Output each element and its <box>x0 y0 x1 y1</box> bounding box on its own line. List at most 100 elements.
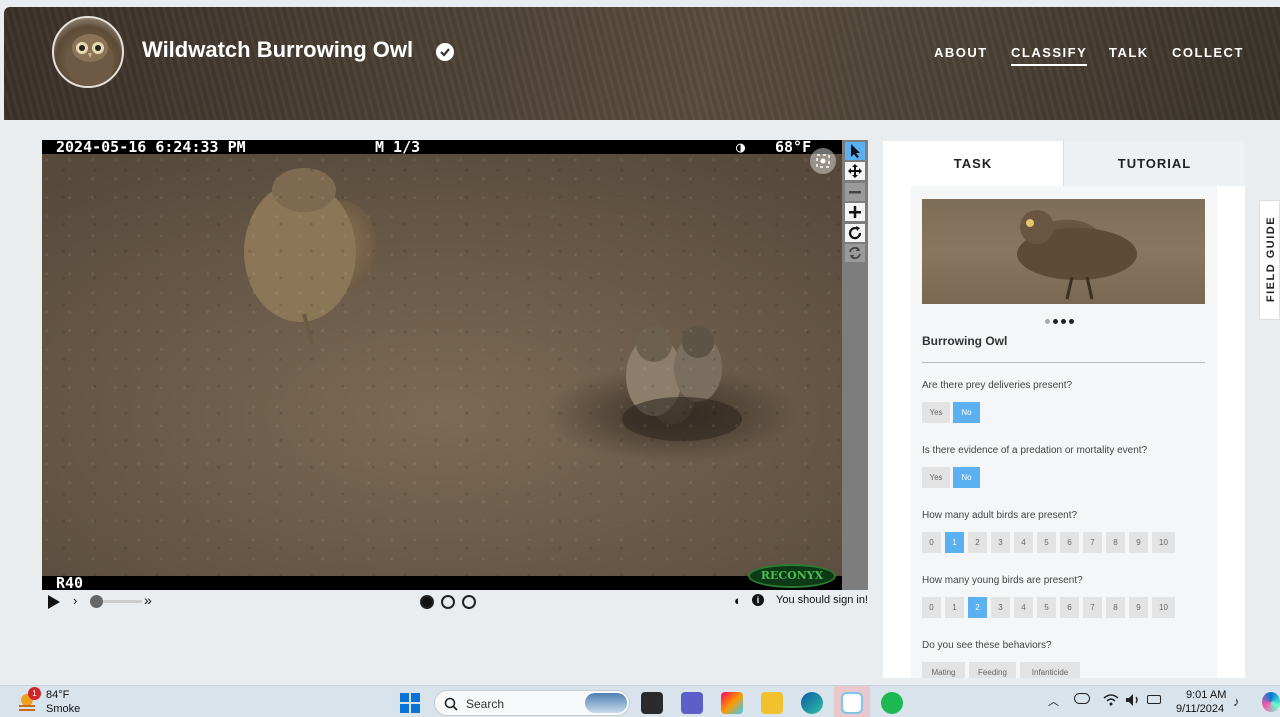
subject-viewer[interactable]: 2024-05-16 6:24:33 PM M 1/3 ◑ 68°F R40 R… <box>42 138 868 592</box>
answer-count-9[interactable]: 9 <box>1129 597 1148 618</box>
answer-count-2[interactable]: 2 <box>968 532 987 553</box>
nav-about[interactable]: ABOUT <box>934 45 988 60</box>
nav-classify[interactable]: CLASSIFY <box>1011 45 1088 66</box>
tab-task[interactable]: TASK <box>883 141 1063 186</box>
zoom-out-icon[interactable] <box>845 183 865 201</box>
answer-count-6[interactable]: 6 <box>1060 597 1079 618</box>
task-panel: Burrowing Owl Are there prey deliveries … <box>883 186 1245 678</box>
copilot-icon[interactable] <box>1262 692 1280 712</box>
answer-count-1[interactable]: 1 <box>945 597 964 618</box>
brand-logo: RECONYX <box>748 564 836 588</box>
question-adults: How many adult birds are present? <box>922 510 1078 521</box>
reset-icon[interactable] <box>845 244 865 262</box>
weather-temp[interactable]: 84°F <box>46 689 69 701</box>
weather-badge: 1 <box>28 687 41 700</box>
answer-count-1[interactable]: 1 <box>945 532 964 553</box>
volume-icon[interactable] <box>1125 693 1141 712</box>
camera-id: R40 <box>56 574 84 592</box>
answer-count-10[interactable]: 10 <box>1152 597 1175 618</box>
invert-icon[interactable]: ◐ <box>734 593 742 608</box>
info-icon[interactable]: i <box>752 594 764 606</box>
wifi-icon[interactable] <box>1103 693 1119 712</box>
answer-no[interactable]: No <box>953 467 980 488</box>
temperature: 68°F <box>775 138 812 156</box>
answer-count-5[interactable]: 5 <box>1037 597 1056 618</box>
answer-count-8[interactable]: 8 <box>1106 597 1125 618</box>
answer-count-6[interactable]: 6 <box>1060 532 1079 553</box>
example-image-pager[interactable] <box>1045 311 1085 324</box>
question-predation: Is there evidence of a predation or mort… <box>922 445 1148 456</box>
nav-collect[interactable]: COLLECT <box>1172 45 1244 60</box>
focus-icon[interactable] <box>810 148 836 174</box>
image-dot[interactable] <box>1069 319 1074 324</box>
answer-count-9[interactable]: 9 <box>1129 532 1148 553</box>
answer-count-8[interactable]: 8 <box>1106 532 1125 553</box>
answer-count-10[interactable]: 10 <box>1152 532 1175 553</box>
answer-yes[interactable]: Yes <box>922 467 950 488</box>
answer-yes[interactable]: Yes <box>922 402 950 423</box>
chevron-up-icon[interactable]: ︿ <box>1048 693 1059 709</box>
clock-date[interactable]: 9/11/2024 <box>1176 703 1224 715</box>
file-explorer-icon[interactable] <box>761 692 783 714</box>
answer-count-0[interactable]: 0 <box>922 532 941 553</box>
photos-icon[interactable] <box>721 692 743 714</box>
clock-time[interactable]: 9:01 AM <box>1186 689 1226 701</box>
image-dot[interactable] <box>1061 319 1066 324</box>
example-image[interactable] <box>922 199 1205 304</box>
fast-icon[interactable]: » <box>144 592 152 608</box>
windows-start-icon[interactable] <box>399 692 421 714</box>
speed-slider-thumb[interactable] <box>90 595 103 608</box>
answer-count-3[interactable]: 3 <box>991 597 1010 618</box>
edge-icon[interactable] <box>801 692 823 714</box>
notification-icon[interactable]: ♪ <box>1233 694 1240 709</box>
answer-count-0[interactable]: 0 <box>922 597 941 618</box>
answer-feeding[interactable]: Feeding <box>969 662 1016 678</box>
timestamp: 2024-05-16 6:24:33 PM <box>56 138 246 156</box>
project-title[interactable]: Wildwatch Burrowing Owl <box>142 37 413 63</box>
spotify-icon[interactable] <box>881 692 903 714</box>
frame-indicator: M 1/3 <box>375 138 421 156</box>
subject-image[interactable] <box>42 154 842 576</box>
answer-no[interactable]: No <box>953 402 980 423</box>
tab-tutorial[interactable]: TUTORIAL <box>1063 141 1245 186</box>
wildwatch-app-icon[interactable] <box>841 692 863 714</box>
camera-footer-bar: R40 <box>42 574 842 592</box>
pointer-icon[interactable] <box>845 142 865 160</box>
answer-mating[interactable]: Mating <box>922 662 965 678</box>
teams-icon[interactable] <box>681 692 703 714</box>
signin-notice[interactable]: You should sign in! <box>776 594 868 606</box>
project-avatar[interactable] <box>52 16 124 88</box>
rotate-icon[interactable] <box>845 224 865 242</box>
frame-dot-3[interactable] <box>462 595 476 609</box>
frame-dot-1[interactable] <box>420 595 434 609</box>
taskbar-search[interactable]: Search <box>434 690 630 716</box>
task-view-icon[interactable] <box>641 692 663 714</box>
move-icon[interactable] <box>845 162 865 180</box>
verified-icon <box>436 43 454 61</box>
answer-count-4[interactable]: 4 <box>1014 532 1033 553</box>
zoom-in-icon[interactable] <box>845 203 865 221</box>
weather-desc[interactable]: Smoke <box>46 703 80 715</box>
field-guide-tab[interactable]: FIELD GUIDE <box>1259 200 1280 320</box>
slow-icon[interactable]: › <box>73 593 77 608</box>
answer-count-7[interactable]: 7 <box>1083 532 1102 553</box>
search-icon <box>444 697 458 711</box>
battery-icon[interactable] <box>1147 695 1161 704</box>
image-dot[interactable] <box>1045 319 1050 324</box>
play-icon[interactable] <box>46 593 62 616</box>
question-prey: Are there prey deliveries present? <box>922 380 1073 391</box>
answer-infanticide[interactable]: Infanticide <box>1020 662 1080 678</box>
image-dot[interactable] <box>1053 319 1058 324</box>
panel-tabs: TASK TUTORIAL <box>883 141 1245 186</box>
search-placeholder: Search <box>466 697 505 711</box>
answer-count-2[interactable]: 2 <box>968 597 987 618</box>
answer-count-3[interactable]: 3 <box>991 532 1010 553</box>
answer-count-4[interactable]: 4 <box>1014 597 1033 618</box>
nav-talk[interactable]: TALK <box>1109 45 1149 60</box>
frame-dot-2[interactable] <box>441 595 455 609</box>
onedrive-icon[interactable] <box>1074 693 1090 704</box>
task-content: Burrowing Owl Are there prey deliveries … <box>911 186 1217 678</box>
answer-count-7[interactable]: 7 <box>1083 597 1102 618</box>
question-young: How many young birds are present? <box>922 575 1083 586</box>
answer-count-5[interactable]: 5 <box>1037 532 1056 553</box>
